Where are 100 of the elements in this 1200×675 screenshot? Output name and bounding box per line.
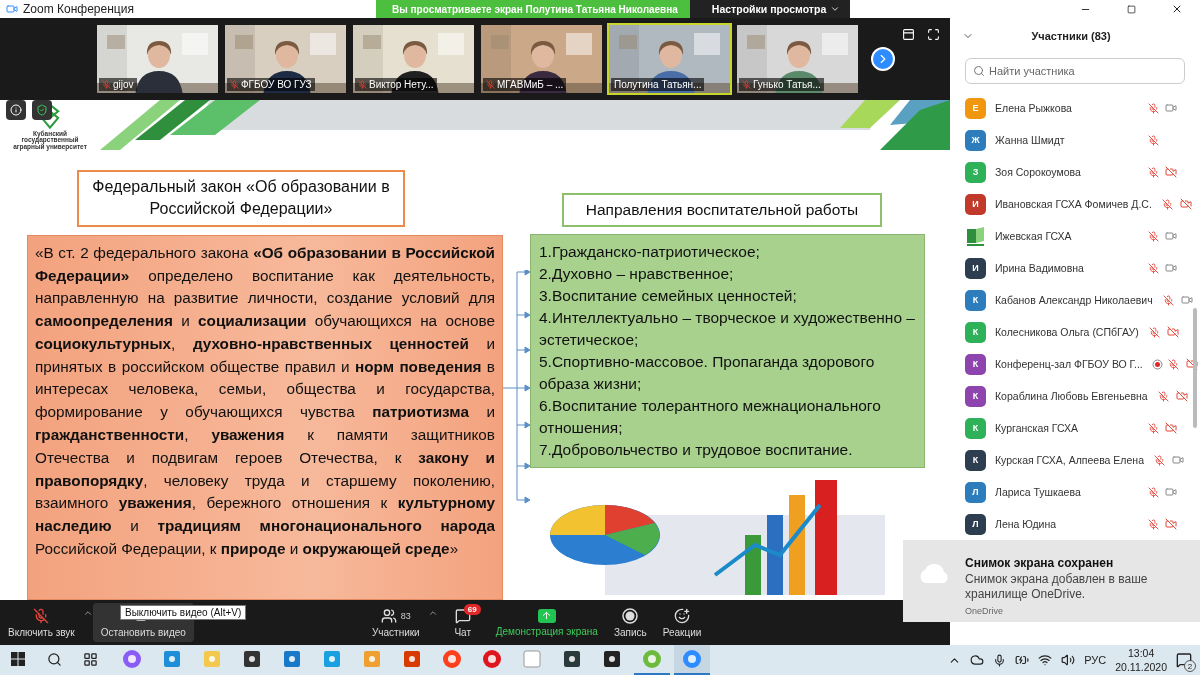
app-icon [562,649,582,669]
window-title: Zoom Конференция [23,2,134,16]
close-icon [1171,3,1183,15]
caret-icon[interactable] [82,608,93,618]
video-tile[interactable]: Виктор Нету... [351,23,476,95]
slide-heading: Федеральный закон «Об образовании в Российской Федерации» [77,170,405,227]
search-field[interactable]: Найти участника [965,58,1185,84]
app-icon [202,649,222,669]
camera-icon [1172,454,1184,466]
video-tile[interactable]: ФГБОУ ВО ГУЗ [223,23,348,95]
smiley-icon [674,607,690,624]
list-item: 7.Добровольчество и трудовое воспитание. [539,440,854,460]
participant-row[interactable]: К Кабанов Александр Николаевич [950,284,1200,316]
participant-row[interactable]: Е Елена Рыжкова [950,92,1200,124]
camera-off-icon [1179,198,1192,210]
video-tile[interactable]: МГАВМиБ – ... [479,23,604,95]
participant-name: Ирина Вадимовна [995,262,1085,274]
toast-message: Снимок экрана добавлен в ваше хранилище OneDrive. [965,572,1149,602]
avatar: З [965,161,986,183]
camera-icon [1180,294,1193,306]
camera-icon [1165,102,1177,114]
participant-name: МГАВМиБ – ... [497,79,564,90]
avatar: И [965,193,986,215]
participant-row[interactable]: К Колесникова Ольга (СПбГАУ) [950,316,1200,348]
security-button[interactable] [32,100,52,120]
search-icon [973,65,985,77]
info-button[interactable] [6,100,26,120]
tooltip: Выключить видео (Alt+V) [120,605,247,620]
avatar: К [965,353,986,375]
windows-icon [11,652,25,666]
panel-title: Участники (83) [1030,30,1112,42]
participant-row[interactable]: Л Лена Юдина [950,508,1200,540]
camera-icon [1165,262,1177,274]
reactions-button[interactable]: Реакции [654,603,710,642]
participant-name: Конференц-зал ФГБОУ ВО Г... [995,358,1143,370]
muted-mic-icon [1147,102,1159,114]
toast-title: Снимок экрана сохранен [965,556,1115,570]
slide-heading: Направления воспитательной работы [562,193,882,227]
participant-row[interactable]: З Зоя Сорокоумова [950,156,1200,188]
muted-mic-icon [1147,134,1159,146]
mic-icon[interactable] [993,653,1007,667]
muted-mic-icon [1162,198,1174,210]
camera-icon [1165,230,1177,242]
view-options-button[interactable]: Настройки просмотра [689,0,851,18]
participant-name: gijov [113,79,134,90]
muted-mic-icon [1158,390,1170,402]
participant-name: ФГБОУ ВО ГУЗ [241,79,312,90]
avatar: И [965,257,986,279]
app-icon [362,649,382,669]
participant-row[interactable]: Ж Жанна Шмидт [950,124,1200,156]
info-icon [10,104,22,116]
caret-icon[interactable] [427,608,438,618]
avatar: Л [965,481,986,503]
layout-icon[interactable] [902,28,915,41]
language-indicator[interactable]: РУС [1084,654,1107,666]
app-icon [6,3,18,15]
record-button[interactable]: Запись [605,603,655,642]
battery-icon[interactable] [1015,653,1030,667]
wifi-icon[interactable] [1038,653,1053,667]
app-icon [282,649,302,669]
app-icon [122,649,142,669]
video-tile[interactable]: Полутина Татьян... [607,23,732,95]
camera-icon [1165,486,1177,498]
participant-name: Колесникова Ольга (СПбГАУ) [995,326,1139,338]
caret-icon [830,4,841,14]
avatar: К [965,449,986,471]
app-icon [162,649,182,669]
muted-mic-icon [1149,326,1161,338]
participant-row[interactable]: К Курская ГСХА, Алпеева Елена [950,444,1200,476]
volume-icon[interactable] [1061,653,1076,667]
participant-row[interactable]: К Кораблина Любовь Евгеньевна [950,380,1200,412]
share-screen-button[interactable]: Демонстрация экрана [487,603,606,642]
list-item: 2.Духовно – нравственное; [539,264,735,284]
participant-row[interactable]: К Курганская ГСХА [950,412,1200,444]
video-tile[interactable]: Гунько Татья... [735,23,860,95]
camera-off-icon [1166,326,1179,338]
avatar: К [965,289,986,311]
audio-button[interactable]: Включить звук [0,603,83,642]
muted-mic-icon [1147,166,1159,178]
next-page-button[interactable] [871,47,895,71]
app-icon [322,649,342,669]
participant-row[interactable]: И Ирина Вадимовна [950,252,1200,284]
camera-off-icon [1165,518,1177,530]
participant-name: Жанна Шмидт [995,134,1066,146]
participant-name: Кабанов Александр Николаевич [995,294,1153,306]
participant-row[interactable]: Ижевская ГСХА [950,220,1200,252]
fullscreen-icon[interactable] [927,28,940,41]
clock[interactable]: 13:04 20.11.2020 [1115,645,1167,675]
participant-row[interactable]: Л Лариса Тушкаева [950,476,1200,508]
participants-button[interactable]: 83 Участники [363,603,428,642]
notification-toast[interactable]: Снимок экрана сохранен Снимок экрана добавлен в ваше хранилище OneDrive. OneDrive [903,540,1200,622]
participant-name: Елена Рыжкова [995,102,1073,114]
chat-button[interactable]: 69 Чат [437,603,488,642]
muted-mic-icon [1168,358,1180,370]
app-icon [482,649,502,669]
cloud-icon[interactable] [970,653,985,667]
participant-row[interactable]: И Ивановская ГСХА Фомичев Д.С. [950,188,1200,220]
participant-name: Полутина Татьян... [614,79,702,90]
avatar: Е [965,97,986,119]
video-tile[interactable]: gijov [95,23,220,95]
